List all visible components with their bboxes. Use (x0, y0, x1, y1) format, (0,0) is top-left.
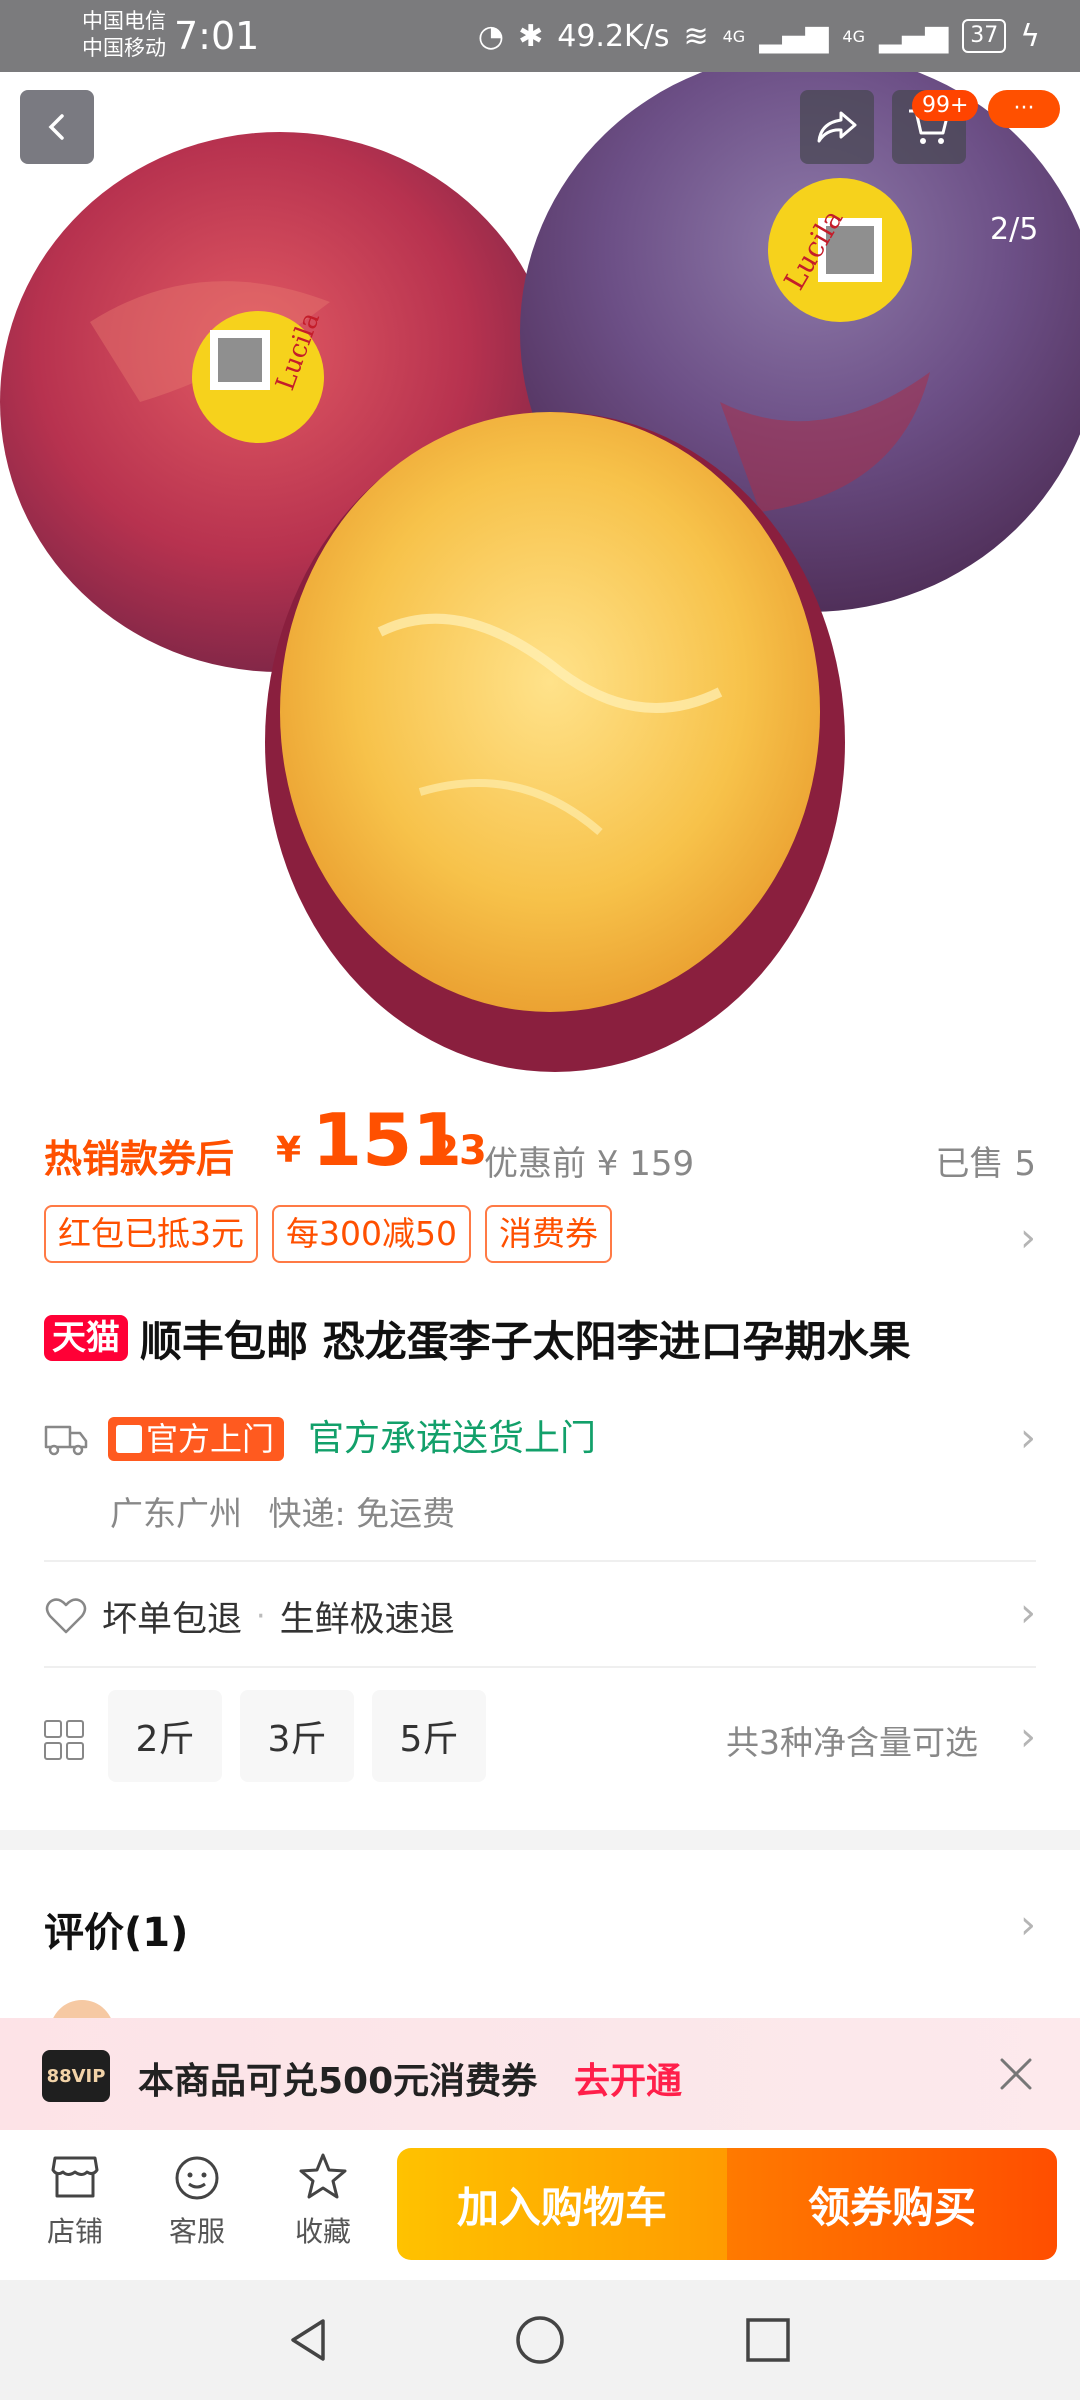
reviews-title: 评价(1) (44, 1910, 189, 1956)
close-icon (1000, 2058, 1032, 2090)
back-icon (48, 114, 64, 140)
favorite-button[interactable]: 收藏 (278, 2152, 368, 2262)
signal-icon: ▂▄▆ (878, 18, 949, 54)
system-navigation-bar (0, 2280, 1080, 2400)
vip-logo: 88VIP (42, 2050, 110, 2102)
truck-icon (44, 1425, 88, 1456)
shop-label: 店铺 (46, 2215, 103, 2248)
delivery-info: 广东广州 快递: 免运费 (110, 1487, 455, 1535)
chevron-right-icon: › (1020, 1902, 1036, 1948)
chevron-right-icon: › (1020, 1714, 1036, 1760)
original-price: 优惠前 ¥ 159 (484, 1144, 695, 1184)
reviews-header[interactable]: 评价(1) › (44, 1900, 1036, 1960)
ship-from: 广东广州 (110, 1494, 242, 1533)
product-image[interactable]: Lucila Lucila (0, 72, 1080, 1072)
spec-count-note: 共3种净含量可选 (726, 1723, 978, 1762)
signal-icon: ▂▄▆ (759, 18, 829, 54)
chevron-right-icon: › (1020, 1590, 1036, 1636)
coupon-row[interactable]: 红包已抵3元 每300减50 消费券 › (44, 1205, 1036, 1263)
price-row: 热销款券后 ¥ 151 .23 优惠前 ¥ 159 已售 5 (44, 1100, 1036, 1184)
spec-option[interactable]: 3斤 (240, 1690, 354, 1782)
divider (44, 1666, 1036, 1668)
battery-level: 37 (962, 19, 1007, 53)
coupon-tag[interactable]: 红包已抵3元 (44, 1205, 258, 1263)
more-icon: ··· (1013, 96, 1035, 121)
shop-icon (51, 2156, 99, 2198)
square-recents-icon (746, 2318, 790, 2362)
triangle-back-icon (291, 2319, 325, 2361)
badge-icon (116, 1425, 142, 1453)
product-title: 顺丰包邮 恐龙蛋李子太阳李进口孕期水果 (140, 1316, 911, 1366)
guarantee-item: 生鲜极速退 (279, 1599, 455, 1640)
vip-banner[interactable]: 88VIP 本商品可兑500元消费券 去开通 (0, 2018, 1080, 2130)
spec-option[interactable]: 5斤 (372, 1690, 486, 1782)
carrier-2: 中国移动 (82, 36, 166, 60)
customer-service-icon (175, 2156, 219, 2200)
product-title-row: 天猫 顺丰包邮 恐龙蛋李子太阳李进口孕期水果 (44, 1308, 1044, 1368)
service-button[interactable]: 客服 (152, 2152, 242, 2262)
vip-banner-text: 本商品可兑500元消费券 (138, 2061, 538, 2102)
guarantee-row[interactable]: 坏单包退 · 生鲜极速退 › (44, 1586, 1036, 1646)
official-badge-label: 官方上门 (146, 1420, 275, 1458)
carrier-1: 中国电信 (82, 9, 166, 33)
status-indicators: ◔ ✱ 49.2K/s ≋ 4G ▂▄▆ 4G ▂▄▆ 37 ϟ (478, 14, 1040, 58)
bottom-action-bar: 店铺 客服 收藏 加入购物车 领券购买 (0, 2130, 1080, 2280)
divider (44, 1560, 1036, 1562)
add-to-cart-button[interactable]: 加入购物车 (397, 2148, 727, 2260)
section-separator (0, 1830, 1080, 1850)
clock: 7:01 (174, 14, 260, 58)
carrier-info: 中国电信 中国移动 (82, 8, 166, 62)
cart-count-badge: 99+ (912, 90, 979, 121)
buy-with-coupon-button[interactable]: 领券购买 (727, 2148, 1057, 2260)
favorite-label: 收藏 (294, 2215, 351, 2248)
image-counter: 2/5 (990, 212, 1039, 247)
price-currency: ¥ (276, 1130, 302, 1171)
share-icon (817, 111, 857, 143)
separator: · (256, 1598, 266, 1634)
shop-button[interactable]: 店铺 (30, 2152, 120, 2262)
guarantee-item: 坏单包退 (102, 1599, 243, 1640)
coupon-tag[interactable]: 每300减50 (272, 1205, 471, 1263)
bluetooth-icon: ✱ (518, 18, 544, 54)
charging-icon: ϟ (1020, 18, 1040, 54)
vip-open-link[interactable]: 去开通 (574, 2052, 682, 2104)
share-button[interactable] (800, 90, 874, 164)
grid-icon (44, 1720, 84, 1760)
status-bar: 中国电信 中国移动 7:01 ◔ ✱ 49.2K/s ≋ 4G ▂▄▆ 4G ▂… (0, 0, 1080, 72)
chevron-right-icon: › (1020, 1415, 1036, 1461)
official-delivery-badge: 官方上门 (108, 1417, 285, 1461)
tmall-badge: 天猫 (44, 1315, 128, 1361)
sticker-right: Lucila (768, 178, 912, 322)
star-icon (299, 2153, 347, 2199)
circle-home-icon (516, 2316, 564, 2364)
plum-illustration: Lucila Lucila (0, 72, 1080, 1072)
coupon-tag[interactable]: 消费券 (484, 1205, 612, 1263)
spec-selector[interactable]: 2斤 3斤 5斤 共3种净含量可选 › (44, 1690, 1036, 1786)
service-label: 客服 (168, 2215, 225, 2248)
close-button[interactable] (988, 2046, 1044, 2102)
chevron-right-icon: › (1020, 1215, 1036, 1261)
nav-home-button[interactable] (508, 2308, 572, 2372)
wifi-icon: ≋ (683, 18, 709, 54)
shipping-fee: 快递: 免运费 (268, 1494, 456, 1533)
signal-1-label: 4G (722, 26, 746, 46)
back-button[interactable] (20, 90, 94, 164)
official-delivery-text: 官方承诺送货上门 (308, 1418, 597, 1459)
speed-icon: ◔ (477, 18, 505, 54)
nav-recents-button[interactable] (736, 2308, 800, 2372)
nav-back-button[interactable] (276, 2308, 340, 2372)
delivery-row[interactable]: 官方上门 官方承诺送货上门 广东广州 快递: 免运费 › (44, 1415, 1036, 1535)
net-speed: 49.2K/s (557, 18, 670, 54)
spec-option[interactable]: 2斤 (108, 1690, 222, 1782)
heart-icon (45, 1598, 87, 1634)
price-decimal: .23 (416, 1128, 487, 1174)
price-label: 热销款券后 (44, 1137, 235, 1181)
more-button[interactable]: ··· (988, 90, 1060, 128)
signal-2-label: 4G (842, 26, 865, 46)
spec-options: 2斤 3斤 5斤 (108, 1690, 486, 1782)
sold-count: 已售 5 (935, 1144, 1036, 1184)
